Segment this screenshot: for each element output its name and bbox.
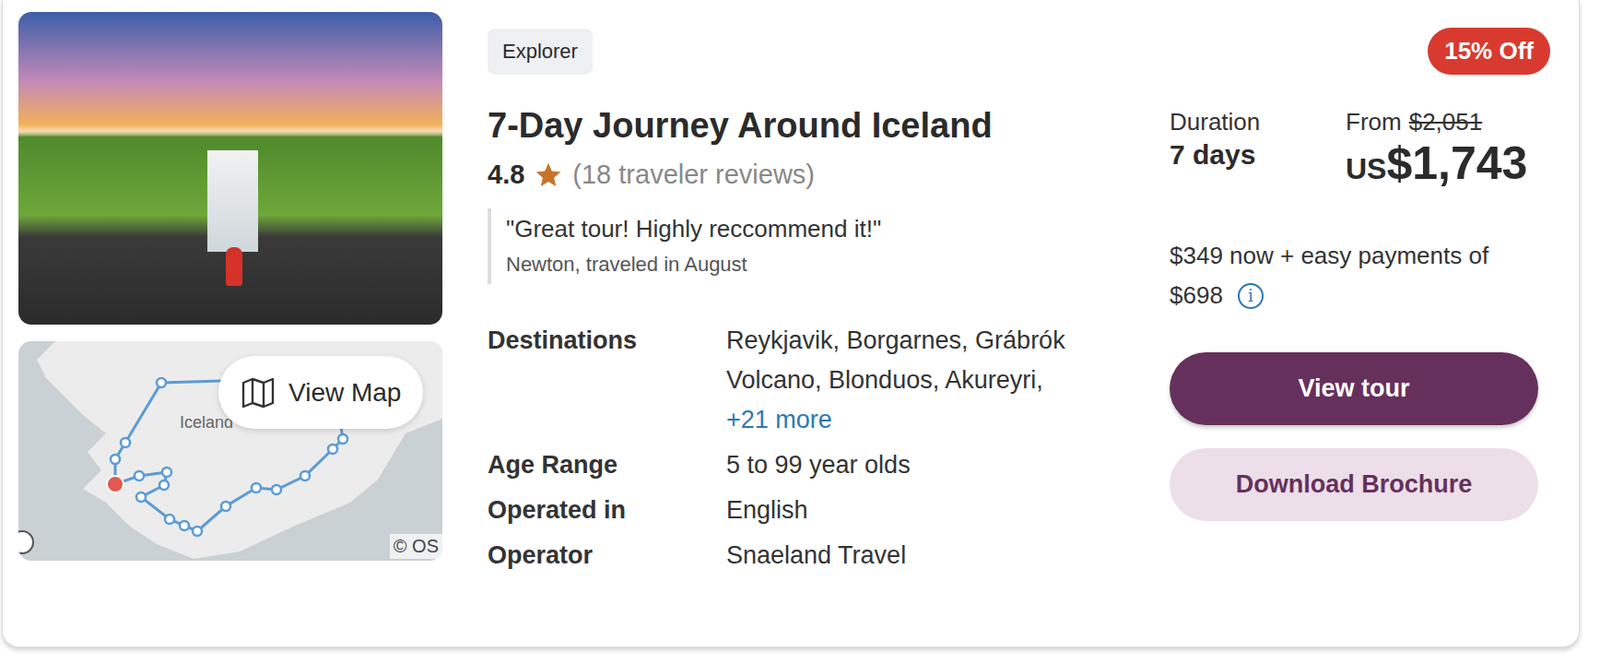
hiker (225, 247, 243, 286)
detail-label: Operated in (487, 490, 727, 530)
route-stop[interactable] (221, 501, 231, 511)
price-amount: $1,743 (1386, 137, 1528, 189)
original-price: $2,051 (1409, 106, 1483, 137)
actions: View tour Download Brochure (1169, 352, 1553, 521)
info-icon[interactable]: i (1237, 282, 1264, 309)
download-brochure-button[interactable]: Download Brochure (1169, 447, 1539, 521)
payment-plan: $349 now + easy payments of$698i (1169, 235, 1553, 316)
star-icon (533, 160, 564, 190)
tour-title[interactable]: 7-Day Journey Around Iceland (487, 104, 1115, 147)
quote-author: Newton, traveled in August (505, 248, 1115, 281)
land (36, 341, 443, 559)
map-attribution: © OS (389, 533, 443, 559)
detail-value: Snaeland Travel (726, 535, 1115, 576)
current-price: US$1,743 (1345, 136, 1528, 196)
detail-label: Operator (487, 535, 727, 576)
detail-value: 5 to 99 year olds (726, 445, 1115, 485)
detail-value: English (726, 490, 1115, 530)
page: Iceland © OS View Map Explorer 7-Day Journey… (0, 0, 1600, 664)
quote-text: "Great tour! Highly reccommend it!" (505, 211, 1115, 246)
duration-label: Duration (1169, 106, 1346, 137)
view-tour-button[interactable]: View tour (1169, 352, 1539, 425)
view-map-button[interactable]: View Map (218, 355, 424, 429)
info-column: Explorer 7-Day Journey Around Iceland 4.8 (… (487, 11, 1115, 635)
route-map[interactable]: Iceland © OS View Map (18, 341, 443, 561)
route-stop[interactable] (120, 437, 130, 448)
review-count: (18 traveler reviews) (572, 159, 815, 190)
route-stop[interactable] (338, 434, 348, 444)
route-stop[interactable] (136, 492, 146, 502)
payment-line: $698i (1169, 275, 1553, 316)
route-stop[interactable] (110, 454, 120, 464)
route-stop[interactable] (159, 480, 169, 490)
route-stop[interactable] (164, 514, 175, 524)
media-column: Iceland © OS View Map (18, 11, 443, 635)
detail-value: Reykjavik, Borgarnes, Grábrók Volcano, B… (726, 320, 1115, 440)
route-stop[interactable] (162, 467, 172, 477)
route-stop[interactable] (134, 470, 144, 481)
payment-line: $349 now + easy payments of (1169, 235, 1553, 276)
duration-value: 7 days (1169, 136, 1346, 174)
rating[interactable]: 4.8 (18 traveler reviews) (487, 159, 1115, 190)
route-stop[interactable] (179, 520, 189, 530)
style-tag: Explorer (487, 28, 593, 75)
price: From$2,051US$1,743 (1345, 106, 1528, 196)
detail-label: Destinations (487, 320, 727, 440)
details-list: DestinationsReykjavik, Borgarnes, Grábró… (487, 320, 1115, 576)
tour-card: Iceland © OS View Map Explorer 7-Day Journey… (1, 0, 1580, 648)
rating-score: 4.8 (487, 159, 525, 190)
route-stop[interactable] (251, 482, 261, 493)
detail-label: Age Range (487, 445, 727, 485)
from-label: From (1345, 106, 1402, 137)
map-icon (240, 376, 276, 409)
map-label: Iceland (179, 412, 234, 433)
view-map-label: View Map (288, 377, 401, 408)
price-from: From$2,051 (1345, 106, 1528, 137)
map-control-icon[interactable] (18, 530, 34, 553)
price-column: Duration7 daysFrom$2,051US$1,743$349 now… (1169, 11, 1553, 635)
start-marker-icon[interactable] (106, 475, 124, 493)
route-stop[interactable] (156, 377, 166, 388)
review-quote: "Great tour! Highly reccommend it!"Newto… (487, 208, 1115, 284)
tour-photo[interactable] (18, 11, 443, 325)
facts-row: Duration7 daysFrom$2,051US$1,743 (1169, 106, 1553, 196)
route-stop[interactable] (271, 484, 282, 495)
currency: US (1345, 152, 1387, 186)
waterfall (207, 150, 259, 252)
route-stop[interactable] (192, 526, 202, 536)
route-stop[interactable] (328, 444, 338, 454)
more-destinations-link[interactable]: +21 more (726, 405, 833, 434)
duration: Duration7 days (1169, 106, 1346, 196)
route-stop[interactable] (300, 470, 310, 481)
discount-badge: 15% Off (1427, 27, 1551, 75)
